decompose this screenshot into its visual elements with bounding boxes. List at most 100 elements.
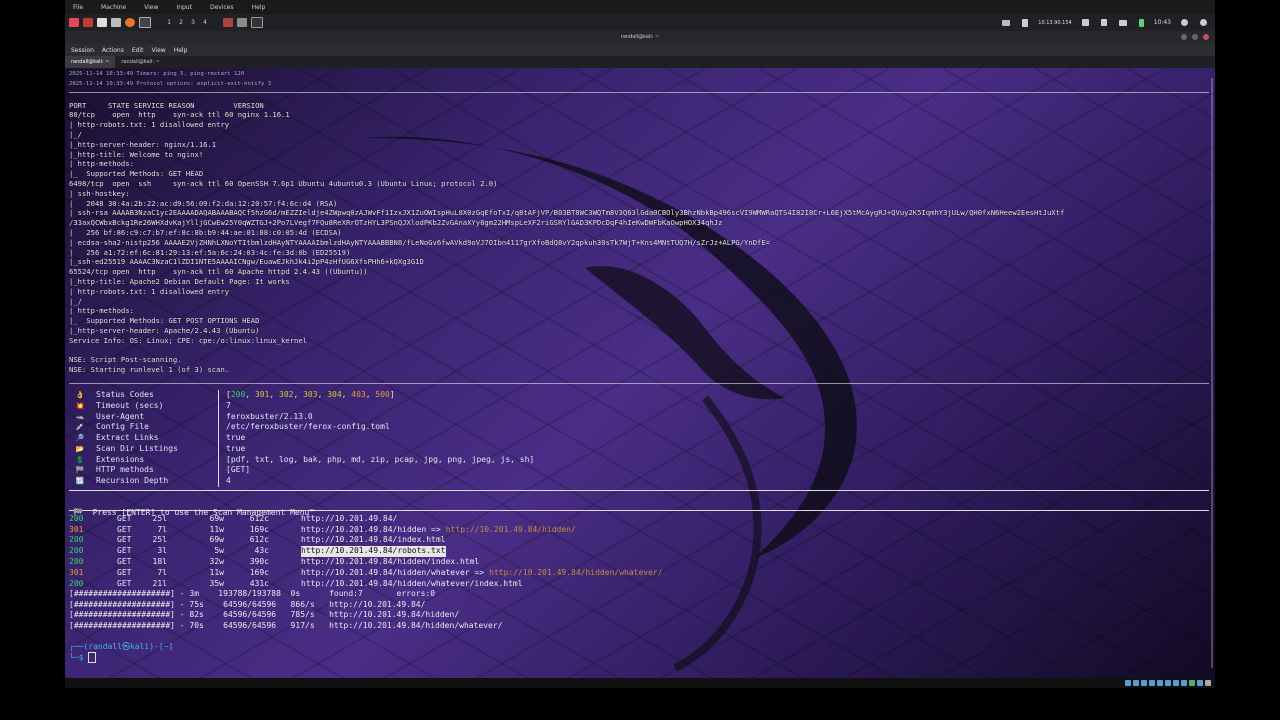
result-row: 200 GET 21l 35w 431c http://10.201.49.84/hidd…: [69, 579, 1209, 590]
vm-menu-machine[interactable]: Machine: [101, 4, 126, 11]
result-url[interactable]: http://10.201.49.84/hidden =>: [301, 525, 441, 536]
result-url[interactable]: http://10.201.49.84/hidden/whatever =>: [301, 568, 484, 579]
terminal-titlebar[interactable]: randall@kali: ~: [65, 31, 1215, 44]
nmap-line: | ssh-rsa AAAAB3NzaC1yc2EAAAADAQABAAABAQ…: [69, 208, 1065, 218]
terminal-task-icon[interactable]: [251, 17, 263, 28]
nmap-line: NSE: Starting runlevel 1 (of 3) scan.: [69, 365, 230, 375]
nmap-line: 65524/tcp open http syn-ack ttl 60 Apach…: [69, 267, 368, 277]
vm-menu-view[interactable]: View: [144, 4, 158, 11]
monitor-icon[interactable]: [1002, 19, 1011, 26]
nmap-line: | http-methods:: [69, 306, 134, 316]
menu-actions[interactable]: Actions: [102, 47, 124, 54]
vm-menu-devices[interactable]: Devices: [210, 4, 234, 11]
workspace-2[interactable]: 2: [175, 19, 187, 26]
clock[interactable]: 10:43: [1154, 19, 1171, 26]
config-row: 📂 Scan Dir Listings true: [69, 443, 1209, 455]
vm-menu-input[interactable]: Input: [176, 4, 192, 11]
display-icon[interactable]: [1173, 680, 1179, 686]
hdd-icon[interactable]: [1125, 680, 1131, 686]
terminal-scrollbar[interactable]: [1211, 78, 1213, 668]
config-separator: [218, 422, 219, 434]
notification-bell-icon[interactable]: [1100, 19, 1107, 26]
config-separator: [218, 400, 219, 412]
result-lines: 21l: [152, 578, 167, 588]
close-icon[interactable]: [1203, 34, 1209, 40]
nmap-line: |_/: [69, 129, 82, 139]
menu-session[interactable]: Session: [71, 47, 94, 54]
result-row: 200 GET 25l 69w 612c http://10.201.49.84/: [69, 514, 1209, 525]
result-code: 200: [69, 535, 84, 545]
result-redirect[interactable]: http://10.201.49.84/hidden/whatever/: [489, 568, 662, 579]
result-chars: 612c: [249, 513, 269, 523]
config-key: Extensions: [96, 454, 145, 464]
config-value: [GET]: [226, 465, 251, 475]
config-value: 7: [226, 400, 231, 410]
result-chars: 169c: [249, 567, 269, 577]
show-desktop-icon[interactable]: [83, 18, 93, 27]
text-editor-icon[interactable]: [111, 18, 121, 27]
terminal-icon[interactable]: [139, 17, 151, 28]
cursor: [88, 652, 97, 664]
optical-drive-icon[interactable]: [1133, 680, 1139, 686]
shell-prompt-line2[interactable]: └─$: [69, 652, 1209, 664]
config-value: 4: [226, 476, 231, 486]
shared-folders-icon[interactable]: [1165, 680, 1171, 686]
vm-menu-help[interactable]: Help: [252, 4, 266, 11]
menu-edit[interactable]: Edit: [132, 47, 144, 54]
network-adapter-icon[interactable]: [1149, 680, 1155, 686]
vm-menu-file[interactable]: File: [73, 4, 83, 11]
tab-2[interactable]: randall@kali: ~: [115, 56, 165, 68]
config-row: 🦡 User-Agent feroxbuster/2.13.0: [69, 411, 1209, 423]
lock-screen-icon[interactable]: [1181, 19, 1188, 26]
mouse-integration-icon[interactable]: [1197, 680, 1203, 686]
power-icon[interactable]: [1200, 19, 1207, 26]
tab-1[interactable]: randall@kali: ~: [65, 56, 116, 68]
nmap-line: | http-methods:: [69, 159, 134, 169]
config-row: 👌 Status Codes [200, 301, 302, 303, 304, 4…: [69, 389, 1209, 401]
firefox-icon[interactable]: [125, 18, 135, 27]
cpu-icon[interactable]: [1189, 680, 1195, 686]
nmap-line: /33axQCWbxBckg1Re26WHXdvKajYlljGCwEw25Y0…: [69, 218, 723, 228]
burpsuite-icon[interactable]: [223, 18, 233, 27]
kali-panel: 1 2 3 4 10.13.90.154 10:43: [65, 14, 1215, 31]
result-method: GET: [117, 557, 132, 567]
workspace-1[interactable]: 1: [163, 19, 175, 26]
nmap-line: |_/: [69, 296, 82, 306]
kali-menu-icon[interactable]: [69, 18, 79, 27]
result-url[interactable]: http://10.201.49.84/hidden/whatever/inde…: [301, 579, 523, 590]
config-icon: 🔎: [75, 434, 85, 443]
result-url[interactable]: http://10.201.49.84/hidden/index.html: [301, 557, 479, 568]
volume-icon[interactable]: [1081, 19, 1089, 26]
ferox-results: 200 GET 25l 69w 612c http://10.201.49.84/301 G…: [69, 514, 1209, 590]
result-url[interactable]: http://10.201.49.84/: [301, 514, 397, 525]
app-icon[interactable]: [237, 18, 247, 27]
config-row: 🏁 HTTP methods [GET]: [69, 465, 1209, 477]
terminal-output[interactable]: 2025-11-14 10:33:49 Timers: ping 5, ping…: [65, 68, 1215, 678]
recording-icon[interactable]: [1181, 680, 1187, 686]
workspace-3[interactable]: 3: [187, 19, 199, 26]
config-divider: [69, 490, 1209, 492]
menu-help[interactable]: Help: [174, 47, 188, 54]
result-lines: 18l: [152, 557, 167, 567]
vm-statusbar: [65, 678, 1215, 688]
maximize-icon[interactable]: [1192, 34, 1198, 40]
nmap-line: | http-robots.txt: 1 disallowed entry: [69, 286, 230, 296]
nmap-line: | 256 bf:86:c9:c7:b7:ef:8c:8b:b9:44:ae:0…: [69, 227, 342, 237]
menu-view[interactable]: View: [151, 47, 165, 54]
config-key: Timeout (secs): [96, 400, 164, 410]
config-row: 🔃 Recursion Depth 4: [69, 476, 1209, 488]
result-words: 32w: [209, 557, 224, 567]
network-icon[interactable]: [1118, 19, 1127, 26]
minimize-icon[interactable]: [1181, 34, 1187, 40]
result-url[interactable]: http://10.201.49.84/robots.txt: [301, 546, 446, 558]
result-url[interactable]: http://10.201.49.84/index.html: [301, 535, 446, 546]
file-manager-icon[interactable]: [97, 18, 107, 27]
usb-icon[interactable]: [1157, 680, 1163, 686]
audio-icon[interactable]: [1141, 680, 1147, 686]
vpn-lock-icon[interactable]: [1022, 18, 1029, 27]
workspace-4[interactable]: 4: [199, 19, 211, 26]
log-line: 2025-11-14 10:33:49 Protocol options: ex…: [69, 80, 272, 87]
result-row: 301 GET 7l 11w 169c http://10.201.49.84/hidde…: [69, 525, 1209, 536]
result-redirect[interactable]: http://10.201.49.84/hidden/: [446, 525, 576, 536]
config-value: true: [226, 433, 246, 443]
